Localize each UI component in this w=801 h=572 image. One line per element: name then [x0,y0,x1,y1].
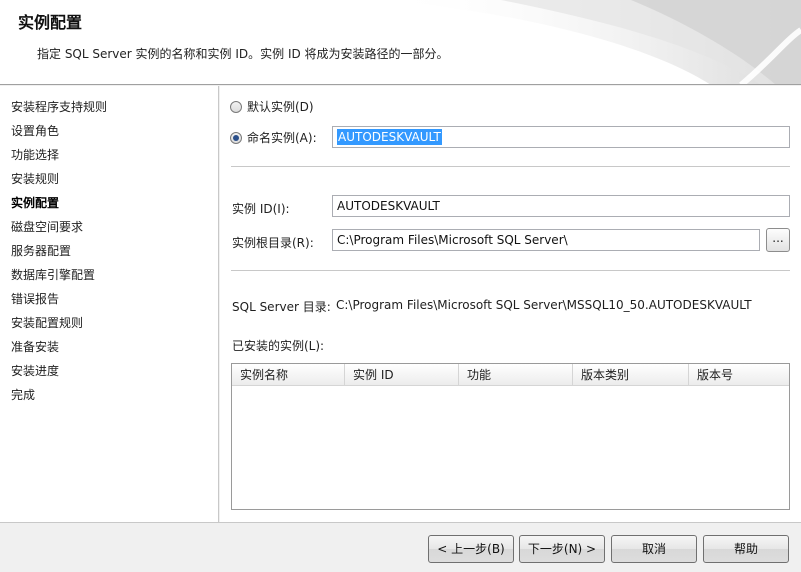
page-title: 实例配置 [18,13,83,32]
named-instance-value: AUTODESKVAULT [337,129,442,145]
page-description: 指定 SQL Server 实例的名称和实例 ID。实例 ID 将成为安装路径的… [37,47,449,61]
named-instance-radio[interactable] [230,131,242,144]
instance-id-input[interactable]: AUTODESKVAULT [332,195,790,217]
nav-item-installation-progress[interactable]: 安装进度 [11,362,59,379]
divider [231,166,790,167]
nav-item-disk-space[interactable]: 磁盘空间要求 [11,218,83,235]
instance-root-dir-label: 实例根目录(R): [232,236,314,250]
named-instance-label: 命名实例(A): [247,131,317,145]
back-button[interactable]: < 上一步(B) [428,535,514,563]
nav-item-setup-support-rules[interactable]: 安装程序支持规则 [11,98,107,115]
nav-item-error-reporting[interactable]: 错误报告 [11,290,59,307]
column-header-version[interactable]: 版本号 [689,364,789,386]
sql-server-dir-value: C:\Program Files\Microsoft SQL Server\MS… [336,298,752,312]
header-swoosh-graphic [381,0,801,84]
nav-item-installation-config-rules[interactable]: 安装配置规则 [11,314,83,331]
main-panel: 默认实例(D) 命名实例(A): AUTODESKVAULT 实例 ID(I):… [220,86,801,522]
default-instance-radio[interactable] [230,100,242,113]
named-instance-option[interactable]: 命名实例(A): [230,129,317,146]
default-instance-label: 默认实例(D) [247,100,314,114]
column-header-instance-id[interactable]: 实例 ID [345,364,459,386]
help-button[interactable]: 帮助 [703,535,789,563]
named-instance-input[interactable]: AUTODESKVAULT [332,126,790,148]
sql-server-dir-label: SQL Server 目录: [232,300,331,314]
instance-id-label: 实例 ID(I): [232,202,290,216]
divider [231,270,790,271]
nav-item-server-configuration[interactable]: 服务器配置 [11,242,71,259]
cancel-button[interactable]: 取消 [611,535,697,563]
column-header-edition[interactable]: 版本类别 [573,364,689,386]
installed-instances-label: 已安装的实例(L): [232,339,325,353]
nav-item-database-engine[interactable]: 数据库引擎配置 [11,266,95,283]
column-header-instance-name[interactable]: 实例名称 [232,364,345,386]
instance-root-dir-input[interactable]: C:\Program Files\Microsoft SQL Server\ [332,229,760,251]
nav-item-installation-rules[interactable]: 安装规则 [11,170,59,187]
browse-button[interactable]: ... [766,228,790,252]
page-header: 实例配置 指定 SQL Server 实例的名称和实例 ID。实例 ID 将成为… [0,0,801,85]
wizard-footer: < 上一步(B) 下一步(N) > 取消 帮助 [0,522,801,572]
nav-item-setup-role[interactable]: 设置角色 [11,122,59,139]
nav-item-ready-to-install[interactable]: 准备安装 [11,338,59,355]
table-header: 实例名称 实例 ID 功能 版本类别 版本号 [232,364,789,386]
next-button[interactable]: 下一步(N) > [519,535,605,563]
installed-instances-table[interactable]: 实例名称 实例 ID 功能 版本类别 版本号 [231,363,790,510]
default-instance-option[interactable]: 默认实例(D) [230,98,314,115]
nav-item-instance-configuration[interactable]: 实例配置 [11,194,59,211]
nav-item-feature-selection[interactable]: 功能选择 [11,146,59,163]
column-header-features[interactable]: 功能 [459,364,573,386]
nav-item-complete[interactable]: 完成 [11,386,35,403]
wizard-steps-nav: 安装程序支持规则 设置角色 功能选择 安装规则 实例配置 磁盘空间要求 服务器配… [0,86,219,522]
